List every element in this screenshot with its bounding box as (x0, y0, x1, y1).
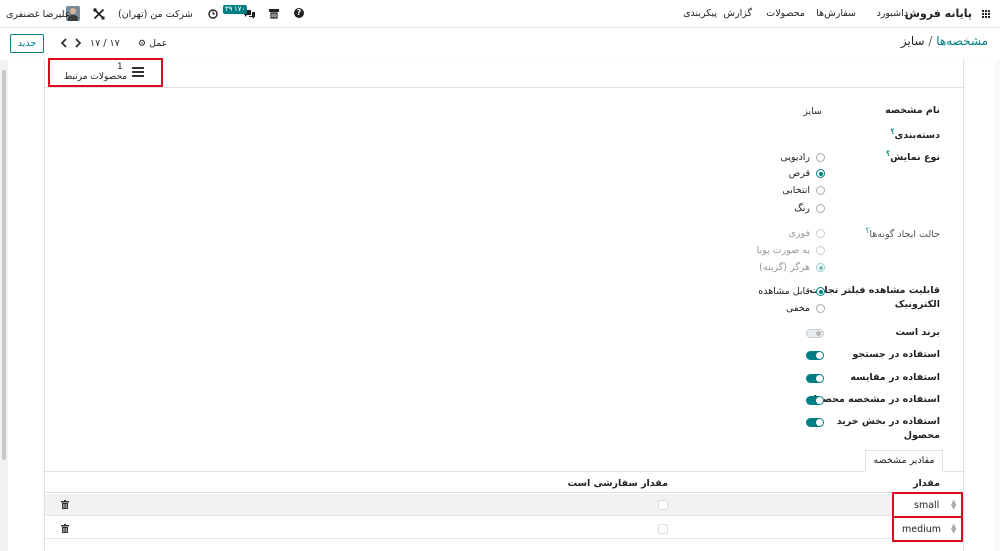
radio-color-button[interactable] (816, 204, 825, 213)
radio-select-button[interactable] (816, 186, 825, 195)
category-label-text: دسته‌بندی (894, 130, 941, 142)
column-header-value[interactable]: مقدار (913, 478, 940, 489)
breadcrumb: مشخصه‌ها / سایز (901, 34, 988, 48)
use-in-purchase-label-line2: محصول (903, 430, 940, 441)
pos-register-icon[interactable] (268, 8, 280, 19)
variant-creation-label-text: حالت ایجاد گونه‌ها (869, 229, 940, 241)
is-brand-toggle[interactable] (806, 329, 824, 338)
list-icon (132, 67, 144, 77)
tab-divider (45, 471, 963, 472)
related-products-label: محصولات مرتبط (64, 72, 128, 82)
action-menu[interactable]: عمل ⚙ (138, 38, 167, 49)
help-icon[interactable]: ? (294, 8, 304, 18)
pager-value[interactable]: ۱۷ / ۱۷ (90, 38, 120, 49)
delete-row-icon[interactable] (61, 500, 69, 512)
scrollbar-thumb[interactable] (2, 70, 6, 460)
tools-icon[interactable] (93, 8, 105, 20)
is-brand-label: برند است (895, 327, 941, 338)
button-box (45, 60, 963, 88)
use-in-spec-label: استفاده در مشخصه محصول (808, 394, 940, 405)
is-custom-checkbox[interactable] (658, 524, 668, 534)
column-header-is-custom[interactable]: مقدار سفارشی است (568, 478, 668, 489)
radio-select-label: انتخابی (782, 185, 810, 196)
menu-orders[interactable]: سفارش‌ها (816, 8, 856, 19)
menu-products[interactable]: محصولات (766, 8, 805, 19)
radio-instantly-button (816, 229, 825, 238)
use-in-compare-label: استفاده در مقایسه (850, 372, 940, 383)
action-label: عمل (149, 38, 168, 49)
use-in-search-label: استفاده در جستجو (852, 349, 940, 360)
category-label: دسته‌بندی؟ (890, 128, 940, 141)
table-row[interactable] (45, 494, 963, 516)
radio-dynamic-button (816, 246, 825, 255)
delete-row-icon[interactable] (61, 524, 69, 536)
value-cell[interactable]: small (914, 500, 939, 511)
radio-pills-label: قرص (788, 168, 810, 179)
radio-visible-label: قابل مشاهده (758, 286, 810, 297)
name-value[interactable]: سایز (803, 106, 822, 117)
radio-radio-label: رادیویی (780, 152, 810, 163)
related-products-button[interactable]: 1 محصولات مرتبط (48, 58, 163, 87)
table-header-divider (45, 492, 963, 493)
ecommerce-visibility-label-line2: الکترونیک (894, 299, 940, 310)
new-button[interactable]: جدید (10, 34, 44, 53)
tab-attribute-values[interactable]: مقادیر مشخصه (865, 450, 943, 472)
form-sheet (44, 60, 964, 551)
value-cell-highlight[interactable]: small ▲ ▼ (892, 492, 963, 518)
display-type-label-text: نوع نمایش (890, 152, 940, 164)
user-name[interactable]: علیرضا غضنفری (6, 9, 70, 20)
radio-hidden-button[interactable] (816, 304, 825, 313)
menu-configuration[interactable]: پیکربندی (683, 8, 717, 19)
activity-clock-icon[interactable] (208, 9, 218, 19)
gear-icon: ⚙ (138, 39, 147, 49)
chat-badge: ۱۷۰ (232, 5, 248, 14)
radio-pills-button[interactable] (816, 169, 825, 178)
radio-radio-button[interactable] (816, 153, 825, 162)
breadcrumb-current: سایز (900, 34, 925, 48)
display-type-label: نوع نمایش؟ (886, 150, 940, 163)
use-in-search-toggle[interactable] (806, 351, 824, 360)
radio-never-button (816, 263, 825, 272)
use-in-spec-toggle[interactable] (806, 396, 824, 405)
variant-creation-label: حالت ایجاد گونه‌ها؟ (866, 227, 940, 240)
use-in-purchase-toggle[interactable] (806, 418, 824, 427)
chevron-left-icon[interactable] (60, 38, 68, 48)
radio-visible-button[interactable] (816, 287, 825, 296)
company-switcher[interactable]: شرکت من (تهران) (118, 9, 193, 20)
use-in-purchase-label-line1: استفاده در بخش خرید (836, 416, 940, 427)
table-row[interactable] (45, 517, 963, 539)
drag-handle-icon[interactable]: ▲ ▼ (951, 499, 956, 511)
chevron-right-icon[interactable] (74, 38, 82, 48)
radio-color-label: رنگ (794, 203, 810, 214)
name-label: نام مشخصه (885, 105, 940, 116)
is-custom-checkbox[interactable] (658, 500, 668, 510)
radio-dynamic-label: به صورت پویا (756, 245, 810, 256)
value-cell-highlight[interactable]: medium ▲ ▼ (892, 516, 963, 542)
related-products-count: 1 (117, 62, 123, 72)
radio-instantly-label: فوری (788, 228, 810, 239)
breadcrumb-parent-link[interactable]: مشخصه‌ها (936, 34, 988, 48)
drag-handle-icon[interactable]: ▲ ▼ (951, 523, 956, 535)
app-name[interactable]: پایانه فروش (905, 7, 972, 20)
menu-reporting[interactable]: گزارش (723, 8, 752, 19)
use-in-compare-toggle[interactable] (806, 374, 824, 383)
menu-dashboard[interactable]: داشبورد (877, 8, 908, 19)
radio-hidden-label: مخفی (786, 303, 810, 314)
value-cell[interactable]: medium (902, 524, 941, 535)
apps-grid-icon[interactable] (982, 10, 991, 19)
breadcrumb-separator: / (928, 34, 933, 48)
ecommerce-visibility-label-line1: قابلیت مشاهده فیلتر تجارت (809, 285, 940, 296)
radio-never-label: هرگز (گزینه) (759, 262, 810, 273)
